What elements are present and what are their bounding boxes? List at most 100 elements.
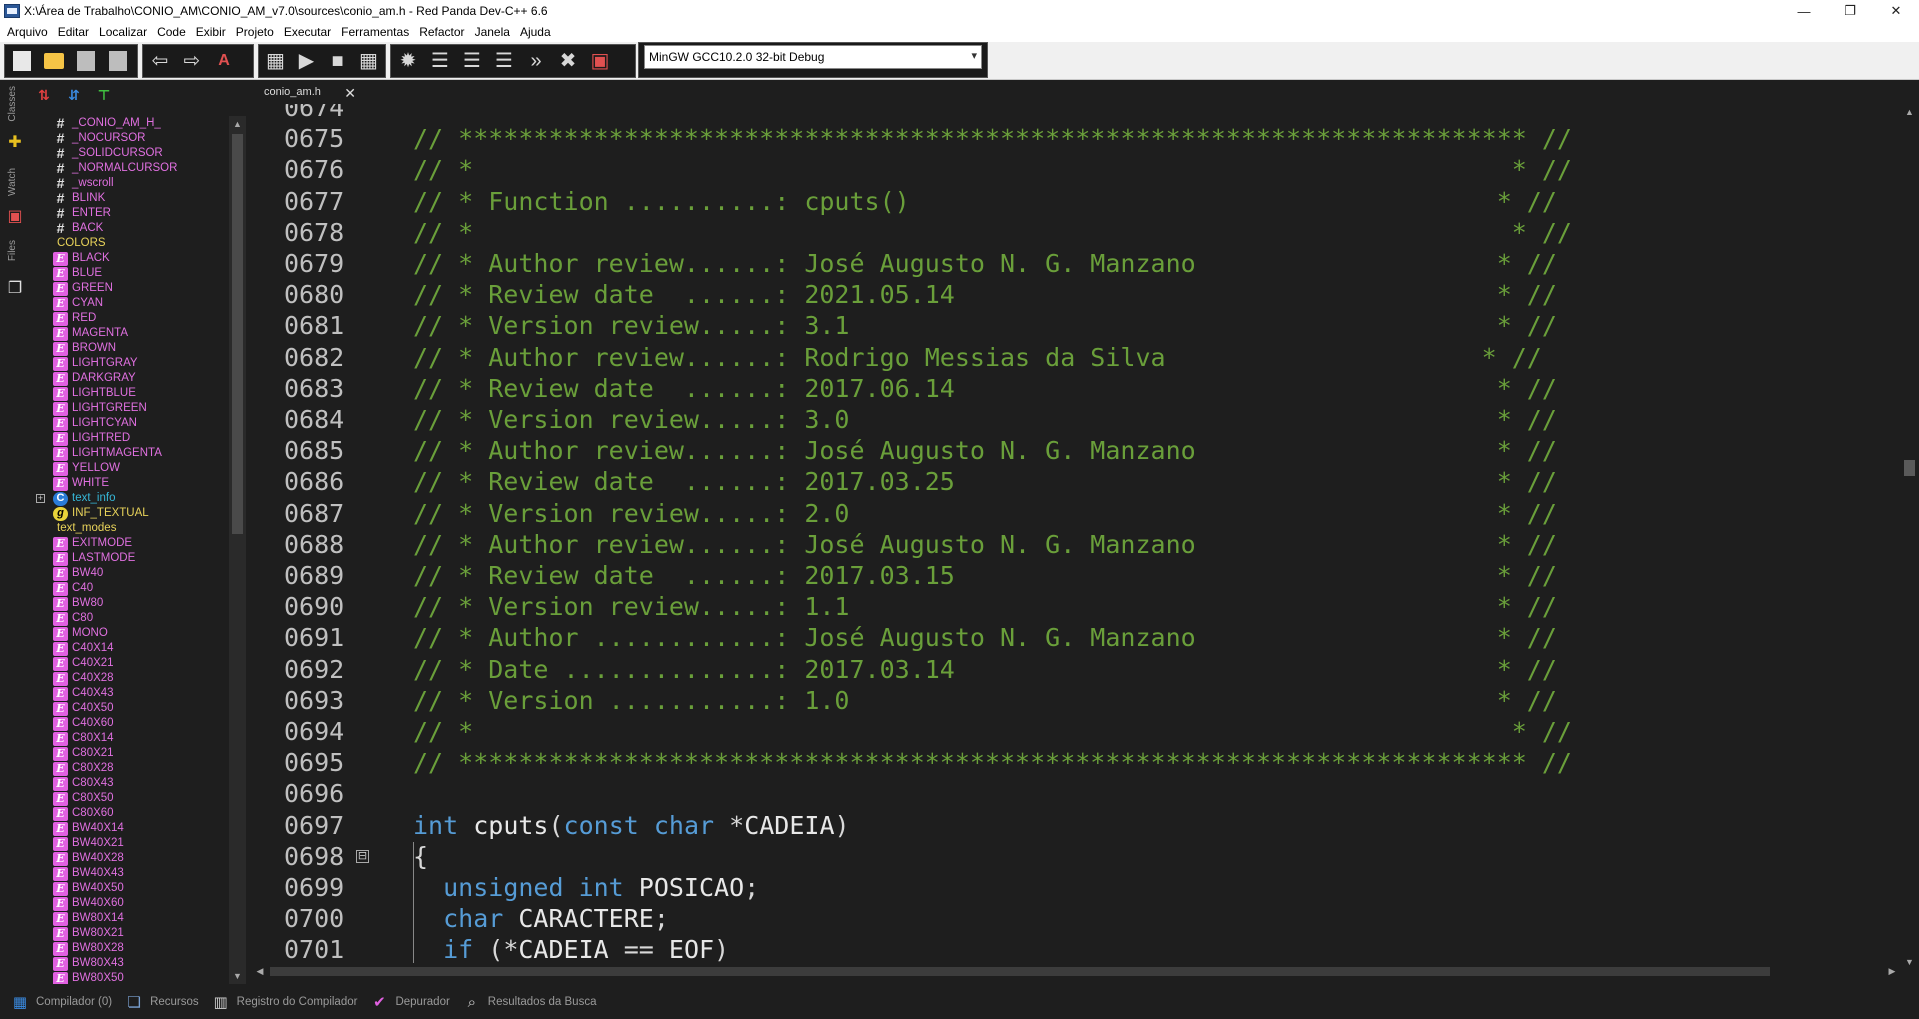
tree-item[interactable]: E BW40: [28, 566, 228, 581]
menu-code[interactable]: Code: [152, 22, 191, 42]
tree-item[interactable]: COLORS: [28, 236, 228, 251]
editor-vertical-scrollbar[interactable]: ▲ ▼: [1900, 104, 1919, 970]
tree-item[interactable]: # _NORMALCURSOR: [28, 161, 228, 176]
tab-resultados-busca[interactable]: ⌕ Resultados da Busca: [462, 992, 597, 1012]
sort-by-type-icon[interactable]: ⇅: [34, 84, 54, 106]
tree-item[interactable]: E BW40X50: [28, 881, 228, 896]
tree-item[interactable]: E LIGHTGREEN: [28, 401, 228, 416]
step-over-button[interactable]: ☰: [427, 48, 453, 74]
tree-item[interactable]: # _CONIO_AM_H_: [28, 116, 228, 131]
class-tree-scrollbar[interactable]: ▲ ▼: [229, 116, 246, 984]
tree-item[interactable]: E LIGHTCYAN: [28, 416, 228, 431]
menu-refactor[interactable]: Refactor: [414, 22, 469, 42]
tree-item[interactable]: # _wscroll: [28, 176, 228, 191]
tree-item[interactable]: E BW80X28: [28, 941, 228, 956]
editor-hscroll-thumb[interactable]: [270, 967, 1770, 976]
sort-alpha-icon[interactable]: ⇵: [64, 84, 84, 106]
tree-item[interactable]: E MONO: [28, 626, 228, 641]
tree-item[interactable]: # _NOCURSOR: [28, 131, 228, 146]
debug-button[interactable]: ✹: [395, 48, 421, 74]
tree-item[interactable]: # ENTER: [28, 206, 228, 221]
stop-debug-button[interactable]: ✖: [555, 48, 581, 74]
tree-item[interactable]: E BW40X28: [28, 851, 228, 866]
tree-item[interactable]: E GREEN: [28, 281, 228, 296]
tab-compilador[interactable]: ▦ Compilador (0): [10, 992, 112, 1012]
scroll-right-icon[interactable]: ▶: [1884, 963, 1900, 980]
code-editor[interactable]: 0674 0675 0676 0677 0678 0679 0680 0681 0682 0683…: [252, 104, 1919, 970]
scroll-up-icon[interactable]: ▲: [229, 116, 246, 132]
expand-icon[interactable]: +: [36, 494, 45, 503]
editor-horizontal-scrollbar[interactable]: ◀ ▶: [252, 963, 1900, 980]
tree-item[interactable]: E C80X50: [28, 791, 228, 806]
tree-item[interactable]: E BW80X21: [28, 926, 228, 941]
tree-item[interactable]: E BW80: [28, 596, 228, 611]
tree-item[interactable]: E LIGHTRED: [28, 431, 228, 446]
files-icon[interactable]: ❐: [5, 278, 25, 298]
tree-item[interactable]: E BLUE: [28, 266, 228, 281]
tree-item[interactable]: E LIGHTBLUE: [28, 386, 228, 401]
save-all-button[interactable]: [105, 48, 131, 74]
menu-exibir[interactable]: Exibir: [191, 22, 231, 42]
debug-window-icon[interactable]: ▣: [5, 206, 25, 226]
tree-item[interactable]: E C80X43: [28, 776, 228, 791]
side-tab-files[interactable]: Files: [0, 240, 28, 280]
close-window-button[interactable]: ✕: [1873, 0, 1919, 22]
tree-item[interactable]: E LIGHTMAGENTA: [28, 446, 228, 461]
tree-item[interactable]: E C80: [28, 611, 228, 626]
tree-item[interactable]: E BW40X60: [28, 896, 228, 911]
menu-janela[interactable]: Janela: [470, 22, 515, 42]
tree-item[interactable]: E BW40X43: [28, 866, 228, 881]
scroll-down-icon[interactable]: ▼: [229, 968, 246, 984]
tree-item[interactable]: E BW40X14: [28, 821, 228, 836]
run-button[interactable]: ▶: [294, 48, 319, 74]
tree-item[interactable]: E DARKGRAY: [28, 371, 228, 386]
continue-button[interactable]: »: [523, 48, 549, 74]
tree-item[interactable]: E C40X28: [28, 671, 228, 686]
tree-item[interactable]: E EXITMODE: [28, 536, 228, 551]
tree-item[interactable]: E BLACK: [28, 251, 228, 266]
tree-item[interactable]: # BACK: [28, 221, 228, 236]
rebuild-button[interactable]: ▦: [356, 48, 381, 74]
tree-item[interactable]: E MAGENTA: [28, 326, 228, 341]
menu-arquivo[interactable]: Arquivo: [2, 22, 53, 42]
tree-item[interactable]: g INF_TEXTUAL: [28, 506, 228, 521]
open-file-button[interactable]: [41, 48, 67, 74]
fold-toggle-icon[interactable]: ⊟: [356, 849, 369, 863]
watch-add-icon[interactable]: ✚: [5, 132, 25, 152]
tree-item[interactable]: # BLINK: [28, 191, 228, 206]
tab-registro-compilador[interactable]: ▥ Registro do Compilador: [211, 992, 358, 1012]
compiler-select[interactable]: MinGW GCC10.2.0 32-bit Debug ▾: [644, 45, 982, 69]
menu-executar[interactable]: Executar: [279, 22, 336, 42]
stop-button[interactable]: ■: [325, 48, 350, 74]
tree-item[interactable]: E CYAN: [28, 296, 228, 311]
tree-item[interactable]: E C80X28: [28, 761, 228, 776]
menu-localizar[interactable]: Localizar: [94, 22, 152, 42]
tab-depurador[interactable]: ✔ Depurador: [369, 992, 450, 1012]
cpu-window-button[interactable]: ▣: [587, 48, 613, 74]
minimize-button[interactable]: —: [1781, 0, 1827, 22]
tree-item[interactable]: E YELLOW: [28, 461, 228, 476]
new-file-button[interactable]: [9, 48, 35, 74]
save-button[interactable]: [73, 48, 99, 74]
tree-item[interactable]: E RED: [28, 311, 228, 326]
tree-item[interactable]: # _SOLIDCURSOR: [28, 146, 228, 161]
tree-item[interactable]: E LASTMODE: [28, 551, 228, 566]
tree-item[interactable]: E BW80X14: [28, 911, 228, 926]
editor-scroll-thumb[interactable]: [1904, 460, 1915, 476]
scroll-down-icon[interactable]: ▼: [1900, 954, 1919, 970]
tree-item[interactable]: E C40X43: [28, 686, 228, 701]
tree-item[interactable]: E C40X14: [28, 641, 228, 656]
forward-button[interactable]: ⇨: [179, 48, 205, 74]
close-tab-icon[interactable]: ✕: [344, 85, 356, 102]
tree-item[interactable]: E BW80X43: [28, 956, 228, 971]
menu-projeto[interactable]: Projeto: [231, 22, 279, 42]
tree-item[interactable]: E C40X21: [28, 656, 228, 671]
show-inherited-icon[interactable]: ⊤: [94, 84, 114, 106]
maximize-button[interactable]: ❐: [1827, 0, 1873, 22]
tree-item[interactable]: E BW80X50: [28, 971, 228, 984]
tab-recursos[interactable]: ❏ Recursos: [124, 992, 198, 1012]
tree-item[interactable]: E LIGHTGRAY: [28, 356, 228, 371]
tree-item[interactable]: E C40X50: [28, 701, 228, 716]
compile-button[interactable]: ▦: [263, 48, 288, 74]
tree-item[interactable]: E C80X60: [28, 806, 228, 821]
